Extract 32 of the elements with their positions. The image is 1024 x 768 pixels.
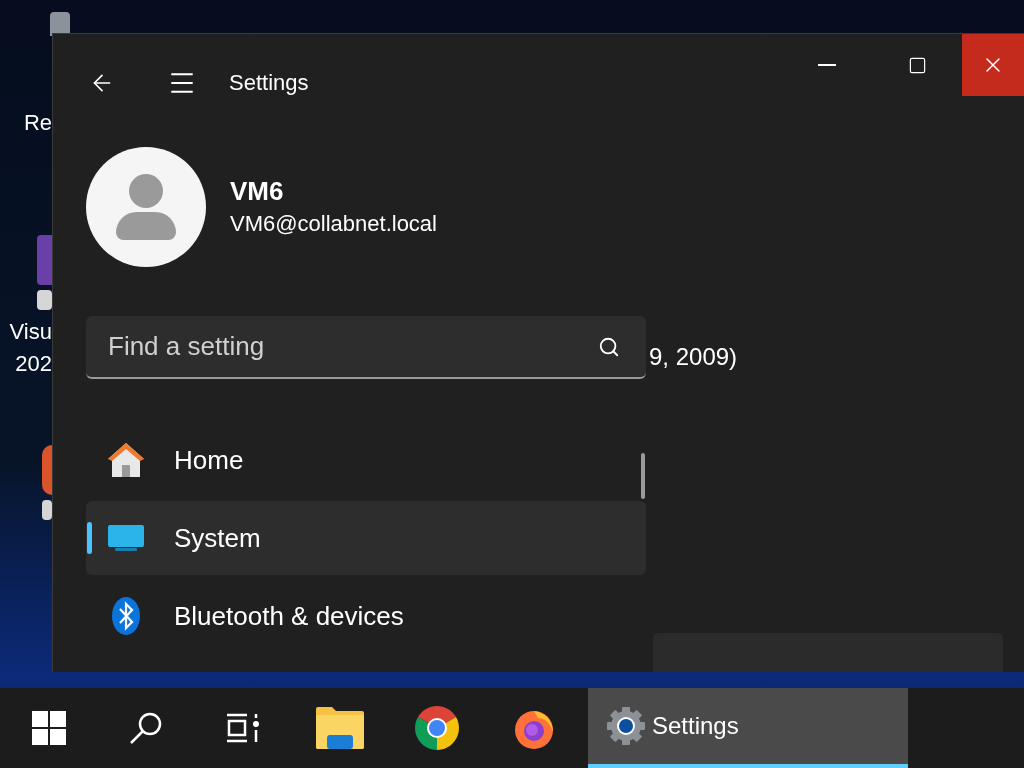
house-icon [106,441,146,479]
task-view-icon [225,713,260,743]
nav-item[interactable]: Bluetooth & devices [86,579,646,653]
gear-icon [606,706,646,746]
browser-icon [412,704,461,752]
maximize-icon [907,55,927,75]
desktop-icon-label: Re [23,109,52,137]
user-name: VM6 [230,175,285,208]
folder-icon [314,706,365,750]
taskbar-button[interactable]: Settings [588,688,908,768]
content-text: 9, 2009) [649,342,739,372]
nav-label: System [174,521,261,555]
windows-logo-icon [31,711,66,745]
scrollbar[interactable] [641,453,645,499]
desktop-icon-label: Visu [9,318,52,346]
search-icon [598,336,620,358]
search-icon [128,711,163,745]
app-icon[interactable] [42,445,52,520]
bin-icon[interactable] [50,12,70,36]
desktop-icon-label: 202 [15,350,52,378]
window-title: Settings [229,69,309,97]
minimize-icon [818,64,836,66]
selection-indicator [87,522,92,554]
nav-item[interactable]: Home [86,423,646,497]
nav-label: Home [174,443,244,477]
monitor-icon [107,524,145,552]
bluetooth-icon [111,596,141,636]
search-field[interactable]: Find a setting [86,316,646,379]
app-icon[interactable] [37,235,52,310]
user-email: VM6@collabnet.local [230,210,437,238]
nav-label: Bluetooth & devices [174,599,404,633]
nav-item[interactable]: System [86,501,646,575]
